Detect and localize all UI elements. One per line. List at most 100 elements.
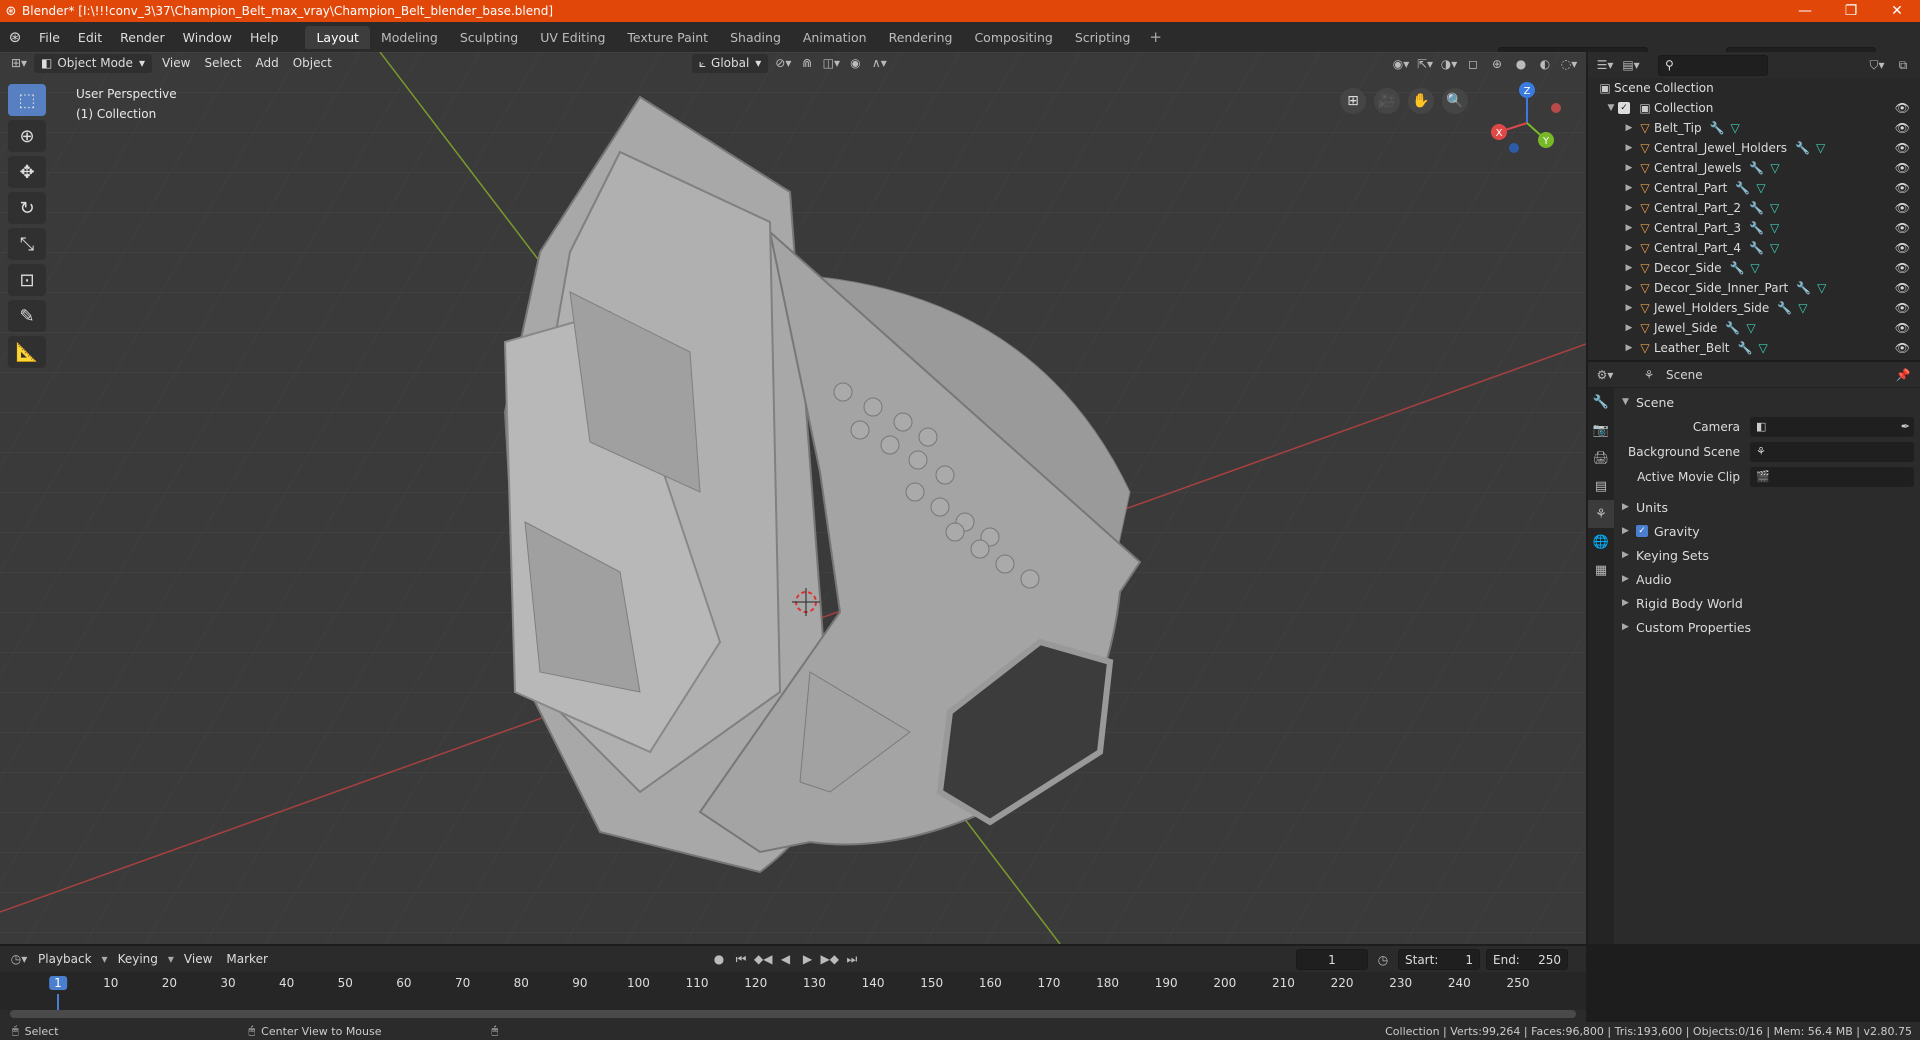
eye-icon[interactable]: 👁 [1895, 321, 1910, 335]
select-box-tool-icon[interactable]: ⬚ [8, 84, 46, 116]
wrench-icon[interactable]: 🔧 [1777, 301, 1792, 315]
next-keyframe-icon[interactable]: ▶◆ [820, 949, 838, 969]
transform-orientation[interactable]: ⟀ Global ▾ [691, 53, 769, 73]
world-tab-icon[interactable]: 🌐 [1588, 528, 1614, 556]
mode-selector[interactable]: ◧ Object Mode ▾ [34, 53, 152, 73]
filter-icon[interactable]: ⛉▾ [1868, 55, 1886, 75]
mesh-data-icon[interactable]: ▽ [1798, 301, 1807, 315]
neg-x-axis-handle[interactable] [1551, 103, 1561, 113]
eye-icon[interactable]: 👁 [1895, 101, 1910, 115]
wrench-icon[interactable]: 🔧 [1738, 341, 1753, 355]
mesh-data-icon[interactable]: ▽ [1756, 181, 1765, 195]
tab-shading[interactable]: Shading [719, 26, 792, 49]
new-collection-icon[interactable]: ⧉ [1894, 55, 1912, 75]
navigation-gizmo[interactable]: Z X Y [1484, 80, 1570, 166]
expand-triangle-icon[interactable]: ▶ [1622, 283, 1636, 293]
snap-icon[interactable]: ⋒ [798, 53, 816, 73]
active-movie-clip-field[interactable]: 🎬 [1750, 466, 1914, 487]
menu-render[interactable]: Render [111, 30, 174, 45]
texture-tab-icon[interactable]: ▦ [1588, 556, 1614, 584]
mesh-data-icon[interactable]: ▽ [1770, 221, 1779, 235]
tab-texture-paint[interactable]: Texture Paint [616, 26, 719, 49]
section-custom-properties[interactable]: ▶ Custom Properties [1616, 615, 1918, 639]
mesh-data-icon[interactable]: ▽ [1770, 241, 1779, 255]
mesh-data-icon[interactable]: ▽ [1817, 281, 1826, 295]
expand-triangle-icon[interactable]: ▶ [1622, 303, 1636, 313]
mesh-data-icon[interactable]: ▽ [1758, 341, 1767, 355]
eye-icon[interactable]: 👁 [1895, 141, 1910, 155]
expand-triangle-icon[interactable]: ▶ [1622, 323, 1636, 333]
section-scene-header[interactable]: ▼ Scene [1616, 390, 1918, 414]
wrench-icon[interactable]: 🔧 [1795, 141, 1810, 155]
xray-icon[interactable]: ◻ [1464, 54, 1482, 74]
outliner-row-collection[interactable]: ▼ ✓ ▣ Collection 👁 [1588, 98, 1920, 118]
expand-triangle-icon[interactable]: ▶ [1622, 263, 1636, 273]
falloff-icon[interactable]: ∧▾ [870, 53, 888, 73]
tab-uv-editing[interactable]: UV Editing [529, 26, 616, 49]
section-rigid-body-world[interactable]: ▶ Rigid Body World [1616, 591, 1918, 615]
outliner-row-scene-collection[interactable]: ▣ Scene Collection [1588, 78, 1920, 98]
mesh-data-icon[interactable]: ▽ [1731, 121, 1740, 135]
expand-triangle-icon[interactable]: ▶ [1622, 183, 1636, 193]
outliner-row-object[interactable]: ▶ ▽ Decor_Side_Inner_Part 🔧 ▽ 👁 [1588, 278, 1920, 298]
camera-view-icon[interactable]: 🎥 [1374, 88, 1400, 114]
eye-icon[interactable]: 👁 [1895, 261, 1910, 275]
eye-icon[interactable]: 👁 [1895, 161, 1910, 175]
timeline-editor-type-icon[interactable]: ◷▾ [10, 949, 28, 969]
tab-rendering[interactable]: Rendering [878, 26, 964, 49]
timeline-menu-playback[interactable]: Playback [34, 952, 96, 966]
wrench-icon[interactable]: 🔧 [1749, 221, 1764, 235]
section-gravity[interactable]: ▶ ✓ Gravity [1616, 519, 1918, 543]
timeline-menu-keying[interactable]: Keying [114, 952, 162, 966]
play-reverse-icon[interactable]: ◀ [776, 949, 794, 969]
wrench-icon[interactable]: 🔧 [1796, 281, 1811, 295]
eye-icon[interactable]: 👁 [1895, 281, 1910, 295]
eye-icon[interactable]: 👁 [1895, 221, 1910, 235]
eye-icon[interactable]: 👁 [1895, 341, 1910, 355]
outliner-row-object[interactable]: ▶ ▽ Central_Part 🔧 ▽ 👁 [1588, 178, 1920, 198]
outliner-row-object[interactable]: ▶ ▽ Belt_Tip 🔧 ▽ 👁 [1588, 118, 1920, 138]
measure-tool-icon[interactable]: 📐 [8, 336, 46, 368]
blender-menu-icon[interactable]: ⊛ [0, 28, 30, 46]
record-icon[interactable]: ● [710, 949, 728, 969]
tab-layout[interactable]: Layout [305, 25, 370, 49]
mesh-data-icon[interactable]: ▽ [1770, 161, 1779, 175]
viewport-menu-view[interactable]: View [158, 56, 194, 70]
pan-hand-icon[interactable]: ✋ [1408, 88, 1434, 114]
mesh-data-icon[interactable]: ▽ [1750, 261, 1759, 275]
view-layer-tab-icon[interactable]: ▤ [1588, 472, 1614, 500]
outliner-row-object[interactable]: ▶ ▽ Decor_Side 🔧 ▽ 👁 [1588, 258, 1920, 278]
tab-modeling[interactable]: Modeling [370, 26, 449, 49]
section-units[interactable]: ▶ Units [1616, 495, 1918, 519]
outliner-row-object[interactable]: ▶ ▽ Central_Jewels 🔧 ▽ 👁 [1588, 158, 1920, 178]
mesh-data-icon[interactable]: ▽ [1770, 201, 1779, 215]
play-icon[interactable]: ▶ [798, 949, 816, 969]
visibility-icon[interactable]: ◉▾ [1392, 54, 1410, 74]
menu-file[interactable]: File [30, 30, 69, 45]
wireframe-shading-icon[interactable]: ⊕ [1488, 54, 1506, 74]
timeline-menu-marker[interactable]: Marker [222, 952, 271, 966]
wrench-icon[interactable]: 🔧 [1729, 261, 1744, 275]
viewport-menu-object[interactable]: Object [289, 56, 336, 70]
section-audio[interactable]: ▶ Audio [1616, 567, 1918, 591]
display-mode-icon[interactable]: ▤▾ [1622, 55, 1640, 75]
material-shading-icon[interactable]: ◐ [1536, 54, 1554, 74]
menu-window[interactable]: Window [174, 30, 241, 45]
clock-icon[interactable]: ◷ [1374, 950, 1392, 970]
timeline-menu-view[interactable]: View [180, 952, 216, 966]
properties-editor-type-icon[interactable]: ⚙▾ [1596, 365, 1614, 385]
viewport-menu-select[interactable]: Select [200, 56, 245, 70]
move-tool-icon[interactable]: ✥ [8, 156, 46, 188]
eye-icon[interactable]: 👁 [1895, 241, 1910, 255]
wrench-icon[interactable]: 🔧 [1749, 161, 1764, 175]
start-frame-field[interactable]: Start: 1 [1398, 949, 1480, 970]
jump-end-icon[interactable]: ⏭ [843, 949, 861, 969]
tab-scripting[interactable]: Scripting [1064, 26, 1142, 49]
add-workspace-icon[interactable]: + [1141, 28, 1170, 46]
camera-field[interactable]: ◧ ✒ [1750, 416, 1914, 437]
grid-view-icon[interactable]: ⊞ [1340, 88, 1366, 114]
menu-edit[interactable]: Edit [69, 30, 111, 45]
eyedropper-icon[interactable]: ✒ [1901, 420, 1910, 433]
outliner-row-object[interactable]: ▶ ▽ Leather_Belt 🔧 ▽ 👁 [1588, 338, 1920, 358]
cursor-tool-icon[interactable]: ⊕ [8, 120, 46, 152]
